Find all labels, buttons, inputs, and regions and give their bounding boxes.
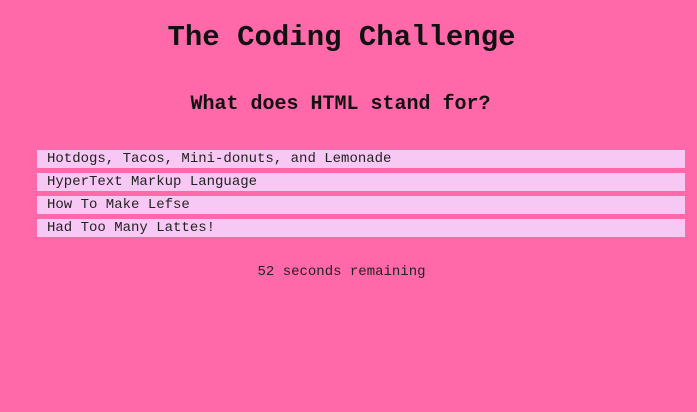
page-title: The Coding Challenge — [167, 21, 516, 54]
answer-option-4[interactable]: Had Too Many Lattes! — [37, 219, 685, 237]
question-text: What does HTML stand for? — [190, 93, 491, 116]
answer-option-1[interactable]: Hotdogs, Tacos, Mini-donuts, and Lemonad… — [37, 150, 685, 168]
countdown-timer: 52 seconds remaining — [257, 264, 426, 280]
answer-option-3[interactable]: How To Make Lefse — [37, 196, 685, 214]
answer-list: Hotdogs, Tacos, Mini-donuts, and Lemonad… — [37, 150, 685, 242]
answer-option-2[interactable]: HyperText Markup Language — [37, 173, 685, 191]
